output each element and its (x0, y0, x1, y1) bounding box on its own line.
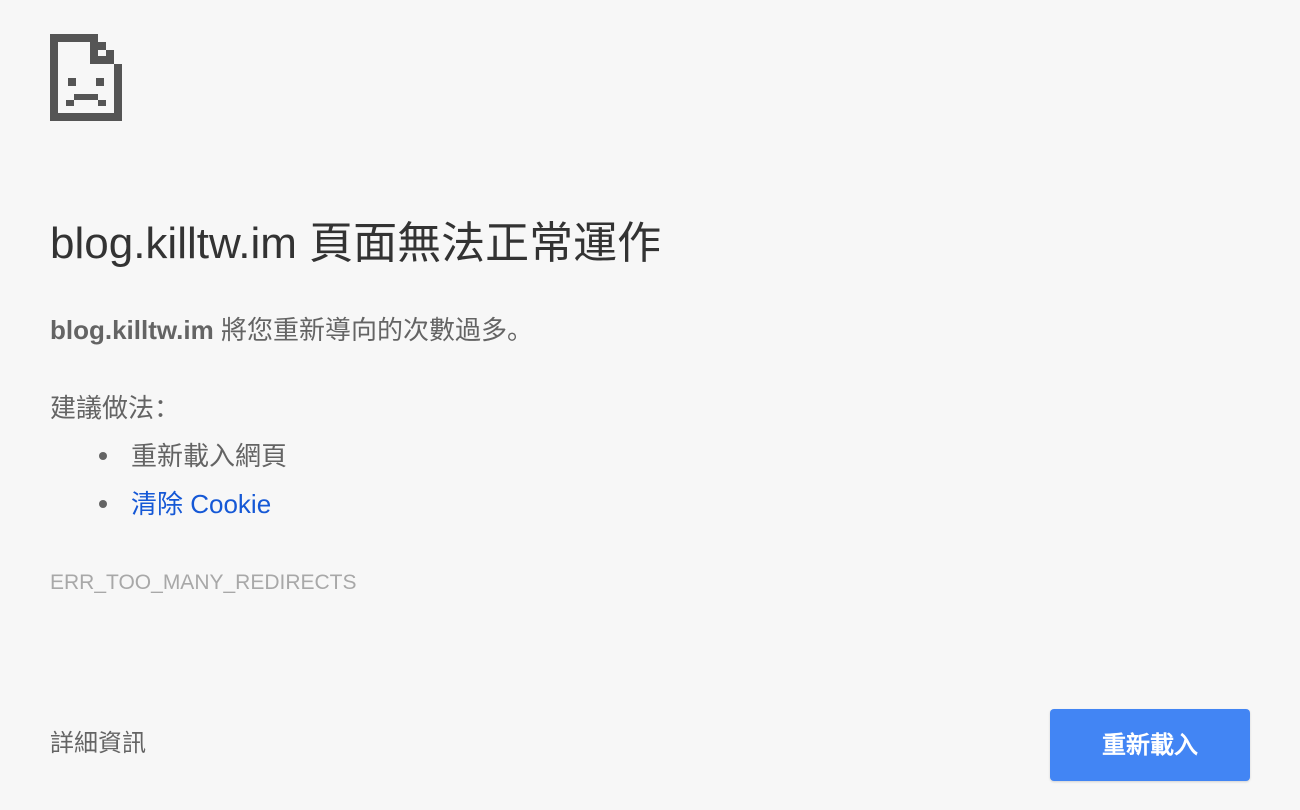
suggestion-reload-label: 重新載入網頁 (131, 441, 288, 471)
suggestion-clear-cookies: 清除 Cookie (50, 484, 287, 532)
details-button[interactable]: 詳細資訊 (50, 726, 146, 762)
summary-message: 將您重新導向的次數過多。 (213, 315, 533, 345)
suggestions-list: 重新載入網頁 清除 Cookie (50, 436, 287, 532)
reload-button[interactable]: 重新載入 (1050, 709, 1250, 781)
error-page: blog.killtw.im 頁面無法正常運作 blog.killtw.im 將… (0, 0, 1300, 810)
bullet-icon (99, 500, 107, 508)
summary-host: blog.killtw.im (50, 315, 214, 345)
bullet-icon (99, 452, 107, 460)
suggestions-heading: 建議做法： (50, 393, 181, 423)
clear-cookies-link[interactable]: 清除 Cookie (131, 489, 271, 519)
suggestion-reload: 重新載入網頁 (50, 436, 287, 484)
error-code: ERR_TOO_MANY_REDIRECTS (50, 571, 357, 594)
error-summary: blog.killtw.im 將您重新導向的次數過多。 (50, 312, 533, 348)
sad-page-icon (50, 34, 122, 121)
page-title: blog.killtw.im 頁面無法正常運作 (50, 219, 662, 268)
